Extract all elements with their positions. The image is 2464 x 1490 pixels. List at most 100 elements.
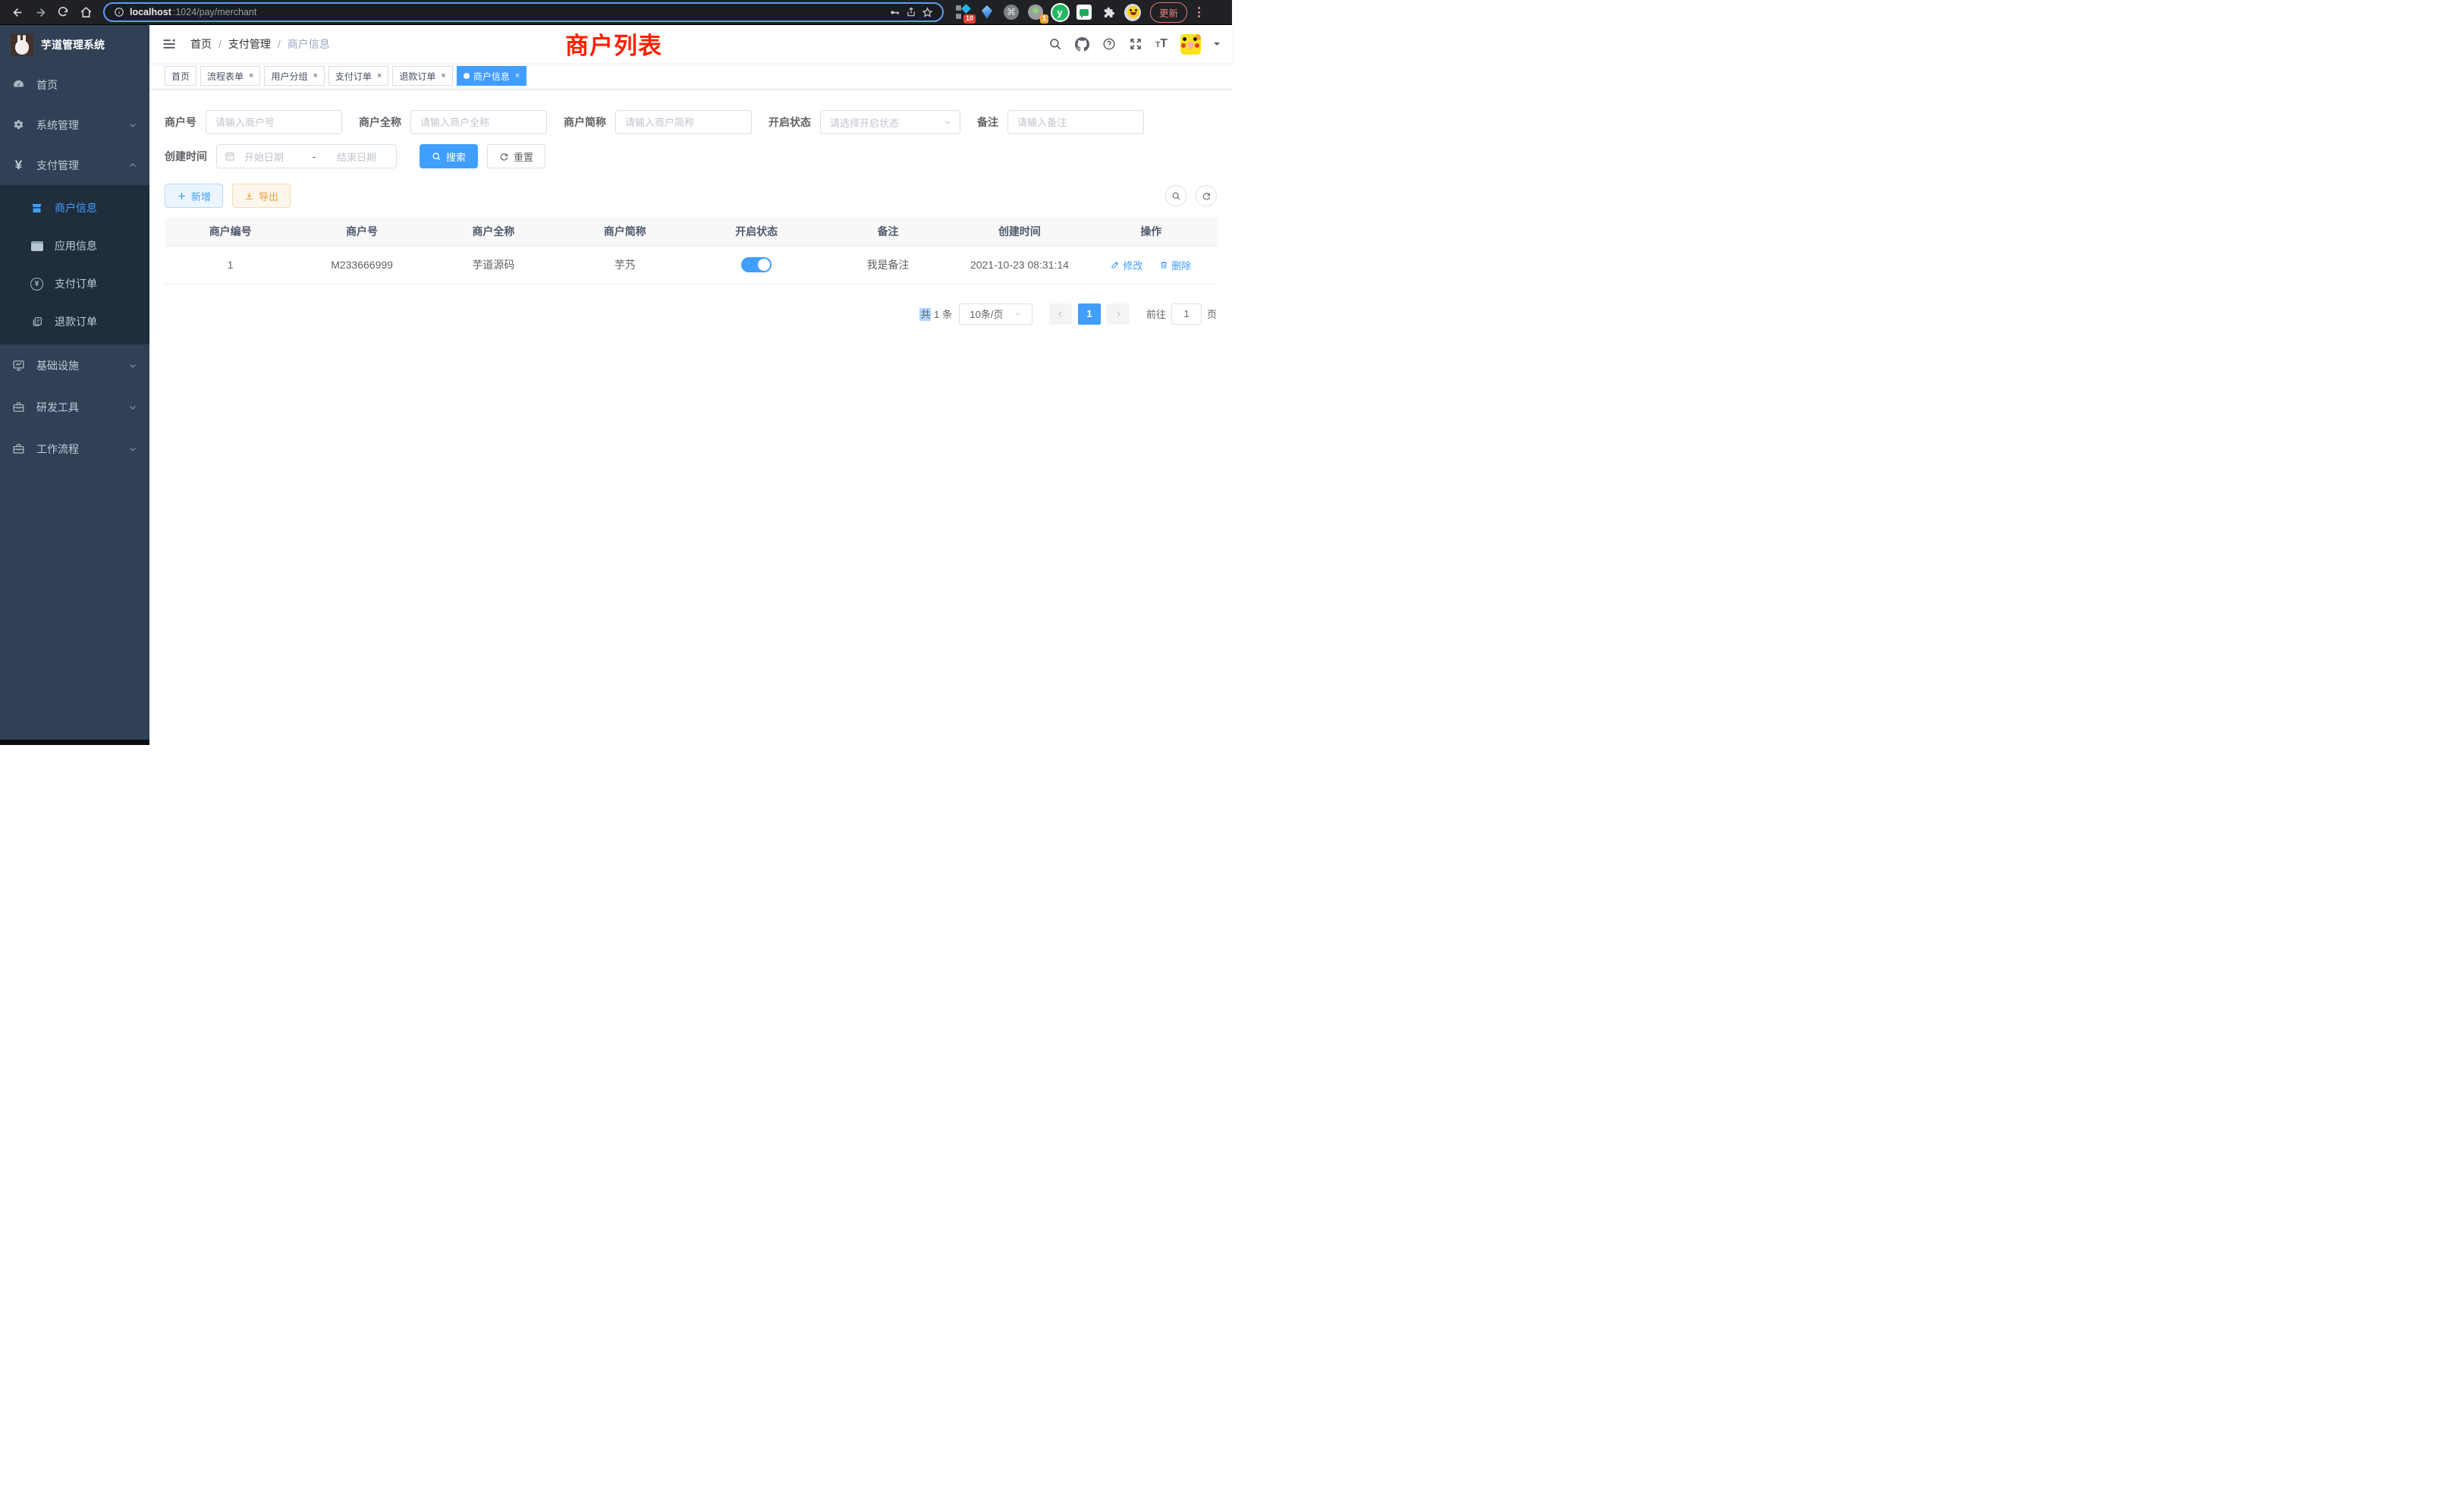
toolbox-icon	[12, 442, 25, 455]
share-icon[interactable]	[906, 7, 916, 17]
sidebar-item-label: 退款订单	[55, 314, 97, 329]
date-separator: -	[313, 151, 316, 162]
tab-user-group[interactable]: 用户分组 ×	[264, 66, 324, 86]
merchant-no-input[interactable]	[206, 110, 342, 134]
cell-full-name: 芋道源码	[428, 246, 559, 284]
sidebar-item-label: 应用信息	[55, 238, 97, 253]
y-extension-icon[interactable]: y	[1051, 4, 1068, 20]
sidebar-item-app-info[interactable]: 应用信息	[0, 227, 149, 265]
info-icon[interactable]	[114, 7, 124, 17]
chrome-update-button[interactable]: 更新	[1150, 2, 1187, 23]
user-avatar[interactable]	[1180, 34, 1201, 55]
edit-link[interactable]: 修改	[1111, 258, 1142, 272]
table-toolbar: 新增 导出	[165, 184, 1217, 208]
app-title: 芋道管理系统	[41, 37, 105, 52]
remark-input[interactable]	[1007, 110, 1144, 134]
tab-pay-order[interactable]: 支付订单 ×	[328, 66, 388, 86]
sidebar-item-merchant-info[interactable]: 商户信息	[0, 189, 149, 227]
sidebar-item-pay-order[interactable]: 支付订单	[0, 265, 149, 303]
close-icon[interactable]: ×	[249, 71, 253, 80]
font-size-icon[interactable]: TT	[1155, 37, 1168, 51]
url-bar[interactable]: localhost :1024/pay/merchant	[103, 2, 944, 22]
delete-link[interactable]: 删除	[1159, 258, 1191, 272]
avatar-caret-icon[interactable]	[1214, 42, 1220, 49]
export-button[interactable]: 导出	[232, 184, 291, 208]
chat-extension-icon[interactable]	[1076, 4, 1092, 20]
search-button[interactable]: 搜索	[420, 144, 478, 168]
bookmark-star-icon[interactable]	[922, 7, 933, 18]
command-extension-icon[interactable]	[1003, 4, 1020, 20]
kite-extension-icon[interactable]	[979, 4, 995, 20]
url-host: localhost	[130, 7, 171, 17]
col-header: 操作	[1086, 218, 1217, 246]
close-icon[interactable]: ×	[515, 71, 520, 80]
sidebar-item-label: 支付订单	[55, 276, 97, 291]
help-icon[interactable]	[1102, 37, 1116, 51]
recorder-extension-icon[interactable]: 1	[1027, 4, 1044, 20]
create-time-label: 创建时间	[165, 149, 207, 164]
close-icon[interactable]: ×	[441, 71, 445, 80]
tab-process-form[interactable]: 流程表单 ×	[200, 66, 260, 86]
page-number-1[interactable]: 1	[1078, 303, 1101, 325]
back-icon[interactable]	[8, 2, 27, 22]
toggle-search-button[interactable]	[1165, 185, 1186, 206]
fullscreen-icon[interactable]	[1129, 37, 1142, 51]
app-header: 首页 / 支付管理 / 商户信息 TT	[149, 25, 1232, 63]
status-select[interactable]: 请选择开启状态	[820, 110, 960, 134]
col-header: 开启状态	[691, 218, 822, 246]
extensions-puzzle-icon[interactable]	[1100, 4, 1117, 20]
add-button[interactable]: 新增	[165, 184, 223, 208]
sidebar-item-system[interactable]: 系统管理	[0, 105, 149, 145]
sidebar-item-label: 基础设施	[36, 358, 79, 373]
browser-profile-avatar[interactable]	[1124, 4, 1141, 20]
tab-home[interactable]: 首页	[165, 66, 196, 86]
tab-merchant-info[interactable]: 商户信息 ×	[457, 66, 526, 86]
close-icon[interactable]: ×	[377, 71, 382, 80]
browser-menu-icon[interactable]	[1193, 7, 1204, 17]
full-name-input[interactable]	[410, 110, 547, 134]
chevron-up-icon	[128, 161, 137, 170]
reset-button[interactable]: 重置	[487, 144, 545, 168]
next-page-button[interactable]	[1107, 303, 1130, 325]
sidebar-item-dev-tools[interactable]: 研发工具	[0, 386, 149, 428]
col-header: 商户全称	[428, 218, 559, 246]
sidebar-item-workflow[interactable]: 工作流程	[0, 428, 149, 470]
start-date-placeholder: 开始日期	[240, 149, 308, 164]
prev-page-button[interactable]	[1049, 303, 1072, 325]
password-key-icon[interactable]	[889, 7, 900, 18]
sidebar-item-pay[interactable]: 支付管理	[0, 145, 149, 185]
refresh-table-button[interactable]	[1196, 185, 1217, 206]
breadcrumb-item[interactable]: 首页	[190, 36, 212, 52]
url-path: :1024/pay/merchant	[173, 7, 257, 17]
sidebar-item-home[interactable]: 首页	[0, 64, 149, 105]
tag-manager-extension-icon[interactable]: 10	[954, 4, 971, 20]
tab-refund-order[interactable]: 退款订单 ×	[392, 66, 452, 86]
table-icon	[30, 240, 43, 253]
merchant-table: 商户编号 商户号 商户全称 商户简称 开启状态 备注 创建时间 操作 1 M23…	[165, 218, 1217, 284]
breadcrumb-item[interactable]: 支付管理	[228, 36, 271, 52]
cell-merchant-id: 1	[165, 246, 296, 284]
chevron-down-icon	[943, 118, 952, 127]
status-toggle-on[interactable]	[741, 257, 772, 272]
create-time-range-picker[interactable]: 开始日期 - 结束日期	[216, 144, 397, 168]
close-icon[interactable]: ×	[313, 71, 317, 80]
page-size-select[interactable]: 10条/页	[959, 303, 1032, 325]
sidebar-item-refund-order[interactable]: 退款订单	[0, 303, 149, 341]
main-area: 商户列表 首页 / 支付管理 / 商户信息	[149, 25, 1232, 745]
goto-page: 前往 页	[1146, 303, 1217, 325]
col-header: 商户号	[296, 218, 427, 246]
short-name-input[interactable]	[615, 110, 752, 134]
collapse-sidebar-icon[interactable]	[162, 36, 177, 52]
reload-icon[interactable]	[53, 2, 73, 22]
dashboard-icon	[12, 78, 25, 91]
browser-toolbar: localhost :1024/pay/merchant 10 1 y	[0, 0, 1232, 25]
home-icon[interactable]	[76, 2, 96, 22]
sidebar-item-infra[interactable]: 基础设施	[0, 344, 149, 386]
search-icon[interactable]	[1048, 37, 1062, 51]
cell-short-name: 芋艿	[559, 246, 690, 284]
documents-icon	[30, 316, 43, 328]
github-icon[interactable]	[1075, 37, 1089, 52]
forward-icon[interactable]	[30, 2, 50, 22]
goto-page-input[interactable]	[1171, 303, 1202, 325]
app-logo[interactable]: 芋道管理系统	[0, 25, 149, 64]
